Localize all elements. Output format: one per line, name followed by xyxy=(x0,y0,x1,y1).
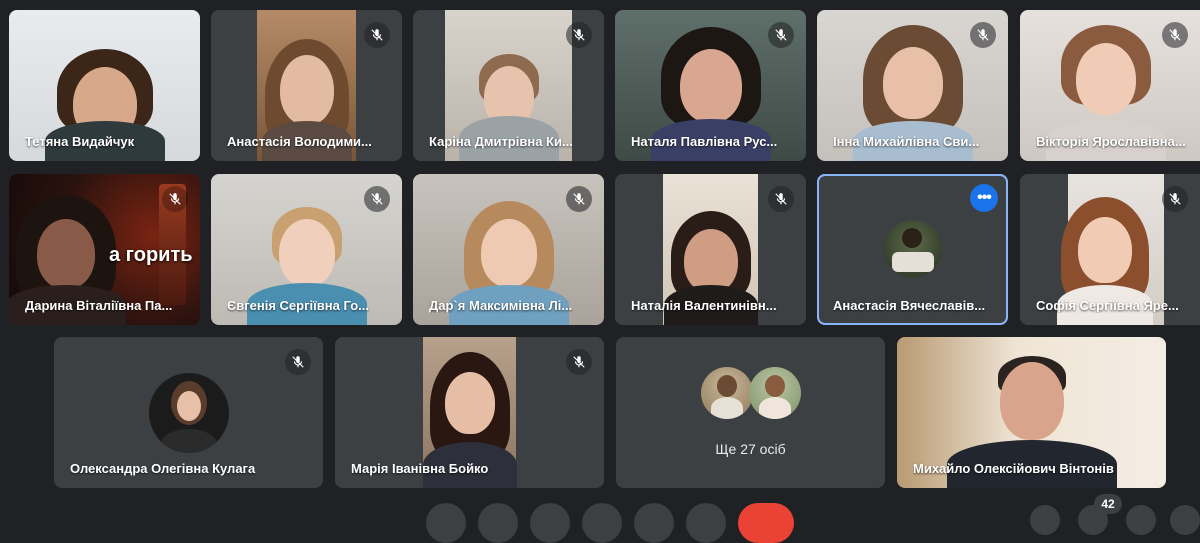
mic-off-icon xyxy=(1162,186,1188,212)
participant-name: Марія Іванівна Бойко xyxy=(351,461,489,476)
participant-tile[interactable]: Софія Сергіївна Яре... xyxy=(1020,174,1200,325)
avatar xyxy=(149,373,229,453)
mic-off-icon xyxy=(768,22,794,48)
participant-tile-selected[interactable]: ••• Анастасія Вячеславів... xyxy=(817,174,1008,325)
participant-name: Наталія Валентинівн... xyxy=(631,298,777,313)
mic-button[interactable] xyxy=(426,503,466,543)
participant-name: Каріна Дмитрівна Ки... xyxy=(429,134,573,149)
more-options-icon[interactable]: ••• xyxy=(970,184,998,212)
participant-tile[interactable]: Вікторія Ярославівна... xyxy=(1020,10,1200,161)
participant-tile[interactable]: а горить Дарина Віталіївна Па... xyxy=(9,174,200,325)
participant-tile[interactable]: Марія Іванівна Бойко xyxy=(335,337,604,488)
more-participants-tile[interactable]: Ще 27 осіб xyxy=(616,337,885,488)
mic-off-icon xyxy=(970,22,996,48)
participant-name: Дар`я Максимівна Лі... xyxy=(429,298,573,313)
participant-tile[interactable]: Каріна Дмитрівна Ки... xyxy=(413,10,604,161)
participant-name: Інна Михайлівна Сви... xyxy=(833,134,980,149)
raise-hand-button[interactable] xyxy=(634,503,674,543)
participant-name: Вікторія Ярославівна... xyxy=(1036,134,1186,149)
mic-off-icon xyxy=(364,22,390,48)
participant-tile[interactable]: Тетяна Видайчук xyxy=(9,10,200,161)
video-overlay-text: а горить xyxy=(109,244,193,266)
participant-tile[interactable]: Інна Михайлівна Сви... xyxy=(817,10,1008,161)
mic-off-icon xyxy=(1162,22,1188,48)
participant-name: Софія Сергіївна Яре... xyxy=(1036,298,1179,313)
participant-name: Євгенія Сергіївна Го... xyxy=(227,298,369,313)
avatar xyxy=(701,367,753,419)
more-options-button[interactable] xyxy=(686,503,726,543)
mic-off-icon xyxy=(285,349,311,375)
participant-tile[interactable]: Євгенія Сергіївна Го... xyxy=(211,174,402,325)
participant-name: Анастасія Вячеславів... xyxy=(833,298,986,313)
chat-button[interactable] xyxy=(1126,505,1156,535)
participant-name: Михайло Олексійович Вінтонів xyxy=(913,461,1114,476)
participant-tile[interactable]: Олександра Олегівна Кулага xyxy=(54,337,323,488)
participant-tile[interactable]: Наталія Валентинівн... xyxy=(615,174,806,325)
mic-off-icon xyxy=(566,186,592,212)
participant-tile[interactable]: Наталя Павлівна Рус... xyxy=(615,10,806,161)
mic-off-icon xyxy=(768,186,794,212)
leave-call-button[interactable] xyxy=(738,503,794,543)
participant-tile[interactable]: Дар`я Максимівна Лі... xyxy=(413,174,604,325)
more-participants-label: Ще 27 осіб xyxy=(715,441,786,457)
info-button[interactable] xyxy=(1030,505,1060,535)
present-button[interactable] xyxy=(582,503,622,543)
participant-name: Олександра Олегівна Кулага xyxy=(70,461,256,476)
participant-tile[interactable]: Михайло Олексійович Вінтонів xyxy=(897,337,1166,488)
participant-name: Анастасія Володими... xyxy=(227,134,372,149)
participant-tile[interactable]: Анастасія Володими... xyxy=(211,10,402,161)
camera-button[interactable] xyxy=(478,503,518,543)
mic-off-icon xyxy=(162,186,188,212)
avatar xyxy=(884,220,942,278)
captions-button[interactable] xyxy=(530,503,570,543)
people-button[interactable] xyxy=(1078,505,1108,535)
participant-name: Тетяна Видайчук xyxy=(25,134,135,149)
mic-off-icon xyxy=(566,349,592,375)
avatar xyxy=(749,367,801,419)
activities-button[interactable] xyxy=(1170,505,1200,535)
participant-name: Наталя Павлівна Рус... xyxy=(631,134,778,149)
mic-off-icon xyxy=(364,186,390,212)
participant-name: Дарина Віталіївна Па... xyxy=(25,298,173,313)
mic-off-icon xyxy=(566,22,592,48)
